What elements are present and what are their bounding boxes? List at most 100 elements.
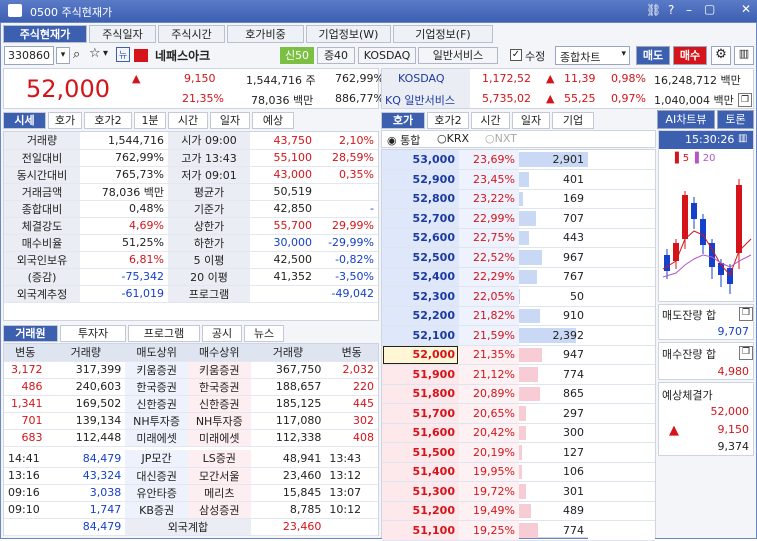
ask-row[interactable]: 52,500 22,52% 967 bbox=[382, 247, 655, 268]
foreign-sell-time: 09:10 bbox=[4, 501, 47, 519]
stats-row: 외국계추정 -61,019 프로그램 -49,042 bbox=[4, 285, 378, 303]
broker-tab-2[interactable]: 프로그램 bbox=[128, 325, 200, 342]
radio-nxt[interactable]: ○NXT bbox=[485, 132, 517, 145]
ask-row[interactable]: 52,800 23,22% 169 bbox=[382, 189, 655, 209]
orderbook-tab-1[interactable]: 호가2 bbox=[427, 112, 469, 129]
ask-row[interactable]: 53,000 23,69% 2,901 bbox=[382, 150, 655, 170]
left-tab-4[interactable]: 시간 bbox=[168, 112, 208, 129]
radio-integrated[interactable]: ◉ 통합 bbox=[387, 132, 420, 148]
bid-row[interactable]: 51,800 20,89% 865 bbox=[382, 384, 655, 404]
ask-row[interactable]: 52,100 21,59% 2,392 bbox=[382, 325, 655, 346]
orderbook-tab-0[interactable]: 호가 bbox=[381, 112, 425, 129]
broker-tab-0[interactable]: 거래원 bbox=[3, 325, 58, 342]
bid-price: 52,000 bbox=[382, 345, 459, 365]
radio-krx[interactable]: ○KRX bbox=[437, 132, 469, 145]
code-dropdown-icon[interactable]: ▾ bbox=[56, 47, 70, 64]
layout-icon[interactable]: ▥ bbox=[734, 46, 754, 65]
orderbook-tab-2[interactable]: 시간 bbox=[471, 112, 510, 129]
ask-pct: 22,29% bbox=[459, 267, 519, 287]
settings-icon[interactable]: ⚙ bbox=[711, 46, 731, 65]
bid-volume-bar bbox=[519, 523, 538, 538]
menu-arrow-icon[interactable]: ▾ bbox=[103, 48, 108, 59]
left-tab-0[interactable]: 시세 bbox=[3, 112, 46, 129]
ask-row[interactable]: 52,900 23,45% 401 bbox=[382, 169, 655, 190]
edit-checkbox[interactable]: ✓ bbox=[510, 49, 522, 61]
popup-icon[interactable]: ❐ bbox=[738, 93, 752, 107]
tab-1[interactable]: 주식일자 bbox=[89, 25, 156, 43]
bar-chart-icon[interactable]: ▥ bbox=[738, 133, 747, 144]
popup-icon[interactable]: ❐ bbox=[739, 307, 753, 321]
ai-chart-button[interactable]: AI차트뷰 bbox=[657, 110, 715, 129]
foreign-row[interactable]: 13:16 43,324 대신증권 모간서울 23,460 13:12 bbox=[4, 467, 378, 485]
left-tab-6[interactable]: 예상 bbox=[252, 112, 294, 129]
tab-3[interactable]: 호가비중 bbox=[227, 25, 304, 43]
minimize-icon[interactable]: – bbox=[686, 3, 692, 17]
stat-value: 41,352 bbox=[250, 268, 316, 286]
expected-volume: 9,374 bbox=[717, 440, 750, 453]
bid-row[interactable]: 51,600 20,42% 300 bbox=[382, 423, 655, 443]
help-icon[interactable]: ? bbox=[668, 3, 674, 17]
sell-broker: 미래에셋 bbox=[125, 429, 188, 447]
tab-4[interactable]: 기업정보(W) bbox=[306, 25, 391, 43]
chart-select[interactable]: 종합차트 ▾ bbox=[555, 46, 630, 65]
bid-row[interactable]: 51,500 20,19% 127 bbox=[382, 442, 655, 463]
broker-row[interactable]: 683 112,448 미래에셋 미래에셋 112,338 408 bbox=[4, 429, 378, 447]
popup-icon[interactable]: ❐ bbox=[739, 346, 753, 360]
close-icon[interactable]: ✕ bbox=[741, 2, 751, 16]
discussion-button[interactable]: 토론 bbox=[717, 110, 754, 129]
buy-button[interactable]: 매수 bbox=[673, 46, 707, 65]
broker-row[interactable]: 486 240,603 한국증권 한국증권 188,657 220 bbox=[4, 378, 378, 396]
search-icon[interactable]: ⌕ bbox=[73, 47, 80, 62]
stat-pct: 28,59% bbox=[316, 149, 378, 167]
broker-row[interactable]: 1,341 169,502 신한증권 신한증권 185,125 445 bbox=[4, 395, 378, 413]
bid-row[interactable]: 51,400 19,95% 106 bbox=[382, 462, 655, 482]
broker-tab-1[interactable]: 투자자 bbox=[60, 325, 126, 342]
ask-volume-cell: 967 bbox=[519, 247, 588, 268]
candle-body bbox=[664, 255, 670, 271]
ask-volume-bar bbox=[519, 308, 541, 323]
bid-row[interactable]: 51,100 19,25% 774 bbox=[382, 520, 655, 541]
tab-2[interactable]: 주식시간 bbox=[158, 25, 225, 43]
stock-code-input[interactable]: 330860 bbox=[4, 46, 54, 65]
foreign-row[interactable]: 09:16 3,038 유안타증 메리츠 15,845 13:07 bbox=[4, 484, 378, 502]
left-tab-2[interactable]: 호가2 bbox=[84, 112, 132, 129]
left-tab-3[interactable]: 1분 bbox=[134, 112, 166, 129]
foreign-row[interactable]: 14:41 84,479 JP모간 LS증권 48,941 13:43 bbox=[4, 450, 378, 468]
bid-row[interactable]: 51,900 21,12% 774 bbox=[382, 364, 655, 385]
bid-row[interactable]: 51,700 20,65% 297 bbox=[382, 403, 655, 424]
ask-pct: 23,45% bbox=[459, 169, 519, 190]
news-icon[interactable]: 뉴 bbox=[116, 47, 130, 62]
broker-tab-4[interactable]: 뉴스 bbox=[244, 325, 284, 342]
orderbook-tab-4[interactable]: 기업 bbox=[552, 112, 594, 129]
broker-tab-3[interactable]: 공시 bbox=[202, 325, 242, 342]
link-icon[interactable]: ⛓ bbox=[646, 3, 661, 17]
sell-volume: 139,134 bbox=[46, 412, 126, 430]
bid-row[interactable]: 51,200 19,49% 489 bbox=[382, 501, 655, 521]
sell-button[interactable]: 매도 bbox=[636, 46, 670, 65]
tab-5[interactable]: 기업정보(F) bbox=[393, 25, 493, 43]
broker-row[interactable]: 701 139,134 NH투자증 NH투자증 117,080 302 bbox=[4, 412, 378, 430]
broker-row[interactable]: 3,172 317,399 키움증권 키움증권 367,750 2,032 bbox=[4, 361, 378, 379]
bid-row[interactable]: 52,000 21,35% 947 bbox=[382, 345, 655, 365]
radio-label: KRX bbox=[446, 132, 470, 145]
foreign-row[interactable]: 09:10 1,747 KB증권 삼성증권 8,785 10:12 bbox=[4, 501, 378, 519]
ask-row[interactable]: 52,400 22,29% 767 bbox=[382, 267, 655, 287]
tab-0[interactable]: 주식현재가 bbox=[3, 25, 87, 43]
maximize-icon[interactable]: ▢ bbox=[704, 2, 715, 16]
volume: 1,544,716 주 bbox=[246, 74, 316, 87]
ask-row[interactable]: 52,300 22,05% 50 bbox=[382, 286, 655, 307]
bid-row[interactable]: 51,300 19,72% 301 bbox=[382, 481, 655, 502]
bid-volume-bar bbox=[519, 445, 522, 460]
ask-row[interactable]: 52,600 22,75% 443 bbox=[382, 228, 655, 248]
bid-volume-cell: 947 bbox=[519, 345, 588, 365]
ask-row[interactable]: 52,200 21,82% 910 bbox=[382, 306, 655, 326]
left-tab-1[interactable]: 호가 bbox=[48, 112, 82, 129]
star-icon[interactable]: ☆ bbox=[89, 46, 101, 61]
ask-row[interactable]: 52,700 22,99% 707 bbox=[382, 208, 655, 229]
left-tab-5[interactable]: 일자 bbox=[210, 112, 250, 129]
foreign-buy-time: 13:43 bbox=[325, 450, 378, 468]
orderbook-tab-3[interactable]: 일자 bbox=[512, 112, 550, 129]
stat-value: 0,48% bbox=[80, 200, 168, 218]
ask-volume-cell: 707 bbox=[519, 208, 588, 229]
expected-price: 52,000 bbox=[710, 405, 750, 418]
